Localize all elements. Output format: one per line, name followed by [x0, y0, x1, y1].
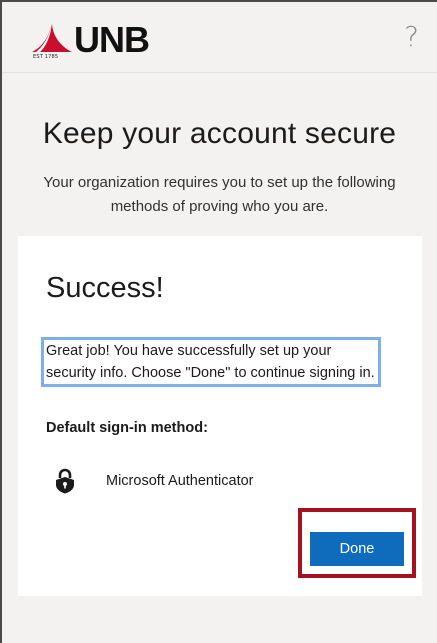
- page-subtitle: Your organization requires you to set up…: [43, 174, 396, 215]
- header: UNB EST 1785 ?: [2, 2, 437, 73]
- method-name: Microsoft Authenticator: [106, 473, 254, 489]
- help-icon[interactable]: ?: [404, 22, 419, 52]
- logo-text: UNB: [74, 19, 150, 60]
- success-card: Success! Great job! You have successfull…: [18, 236, 422, 596]
- success-message: Great job! You have successfully set up …: [41, 337, 381, 387]
- unb-logo-mark-icon: [32, 24, 72, 52]
- done-button[interactable]: Done: [310, 532, 404, 566]
- page-title: Keep your account secure: [42, 117, 397, 150]
- logo-est: EST 1785: [33, 54, 59, 60]
- unb-logo: UNB EST 1785: [30, 18, 170, 62]
- lock-icon: [56, 468, 74, 494]
- page: UNB EST 1785 ? Keep your account secure …: [0, 0, 437, 643]
- default-method-label: Default sign-in method:: [46, 420, 208, 436]
- card-title: Success!: [46, 272, 164, 304]
- method-row: Microsoft Authenticator: [54, 468, 354, 498]
